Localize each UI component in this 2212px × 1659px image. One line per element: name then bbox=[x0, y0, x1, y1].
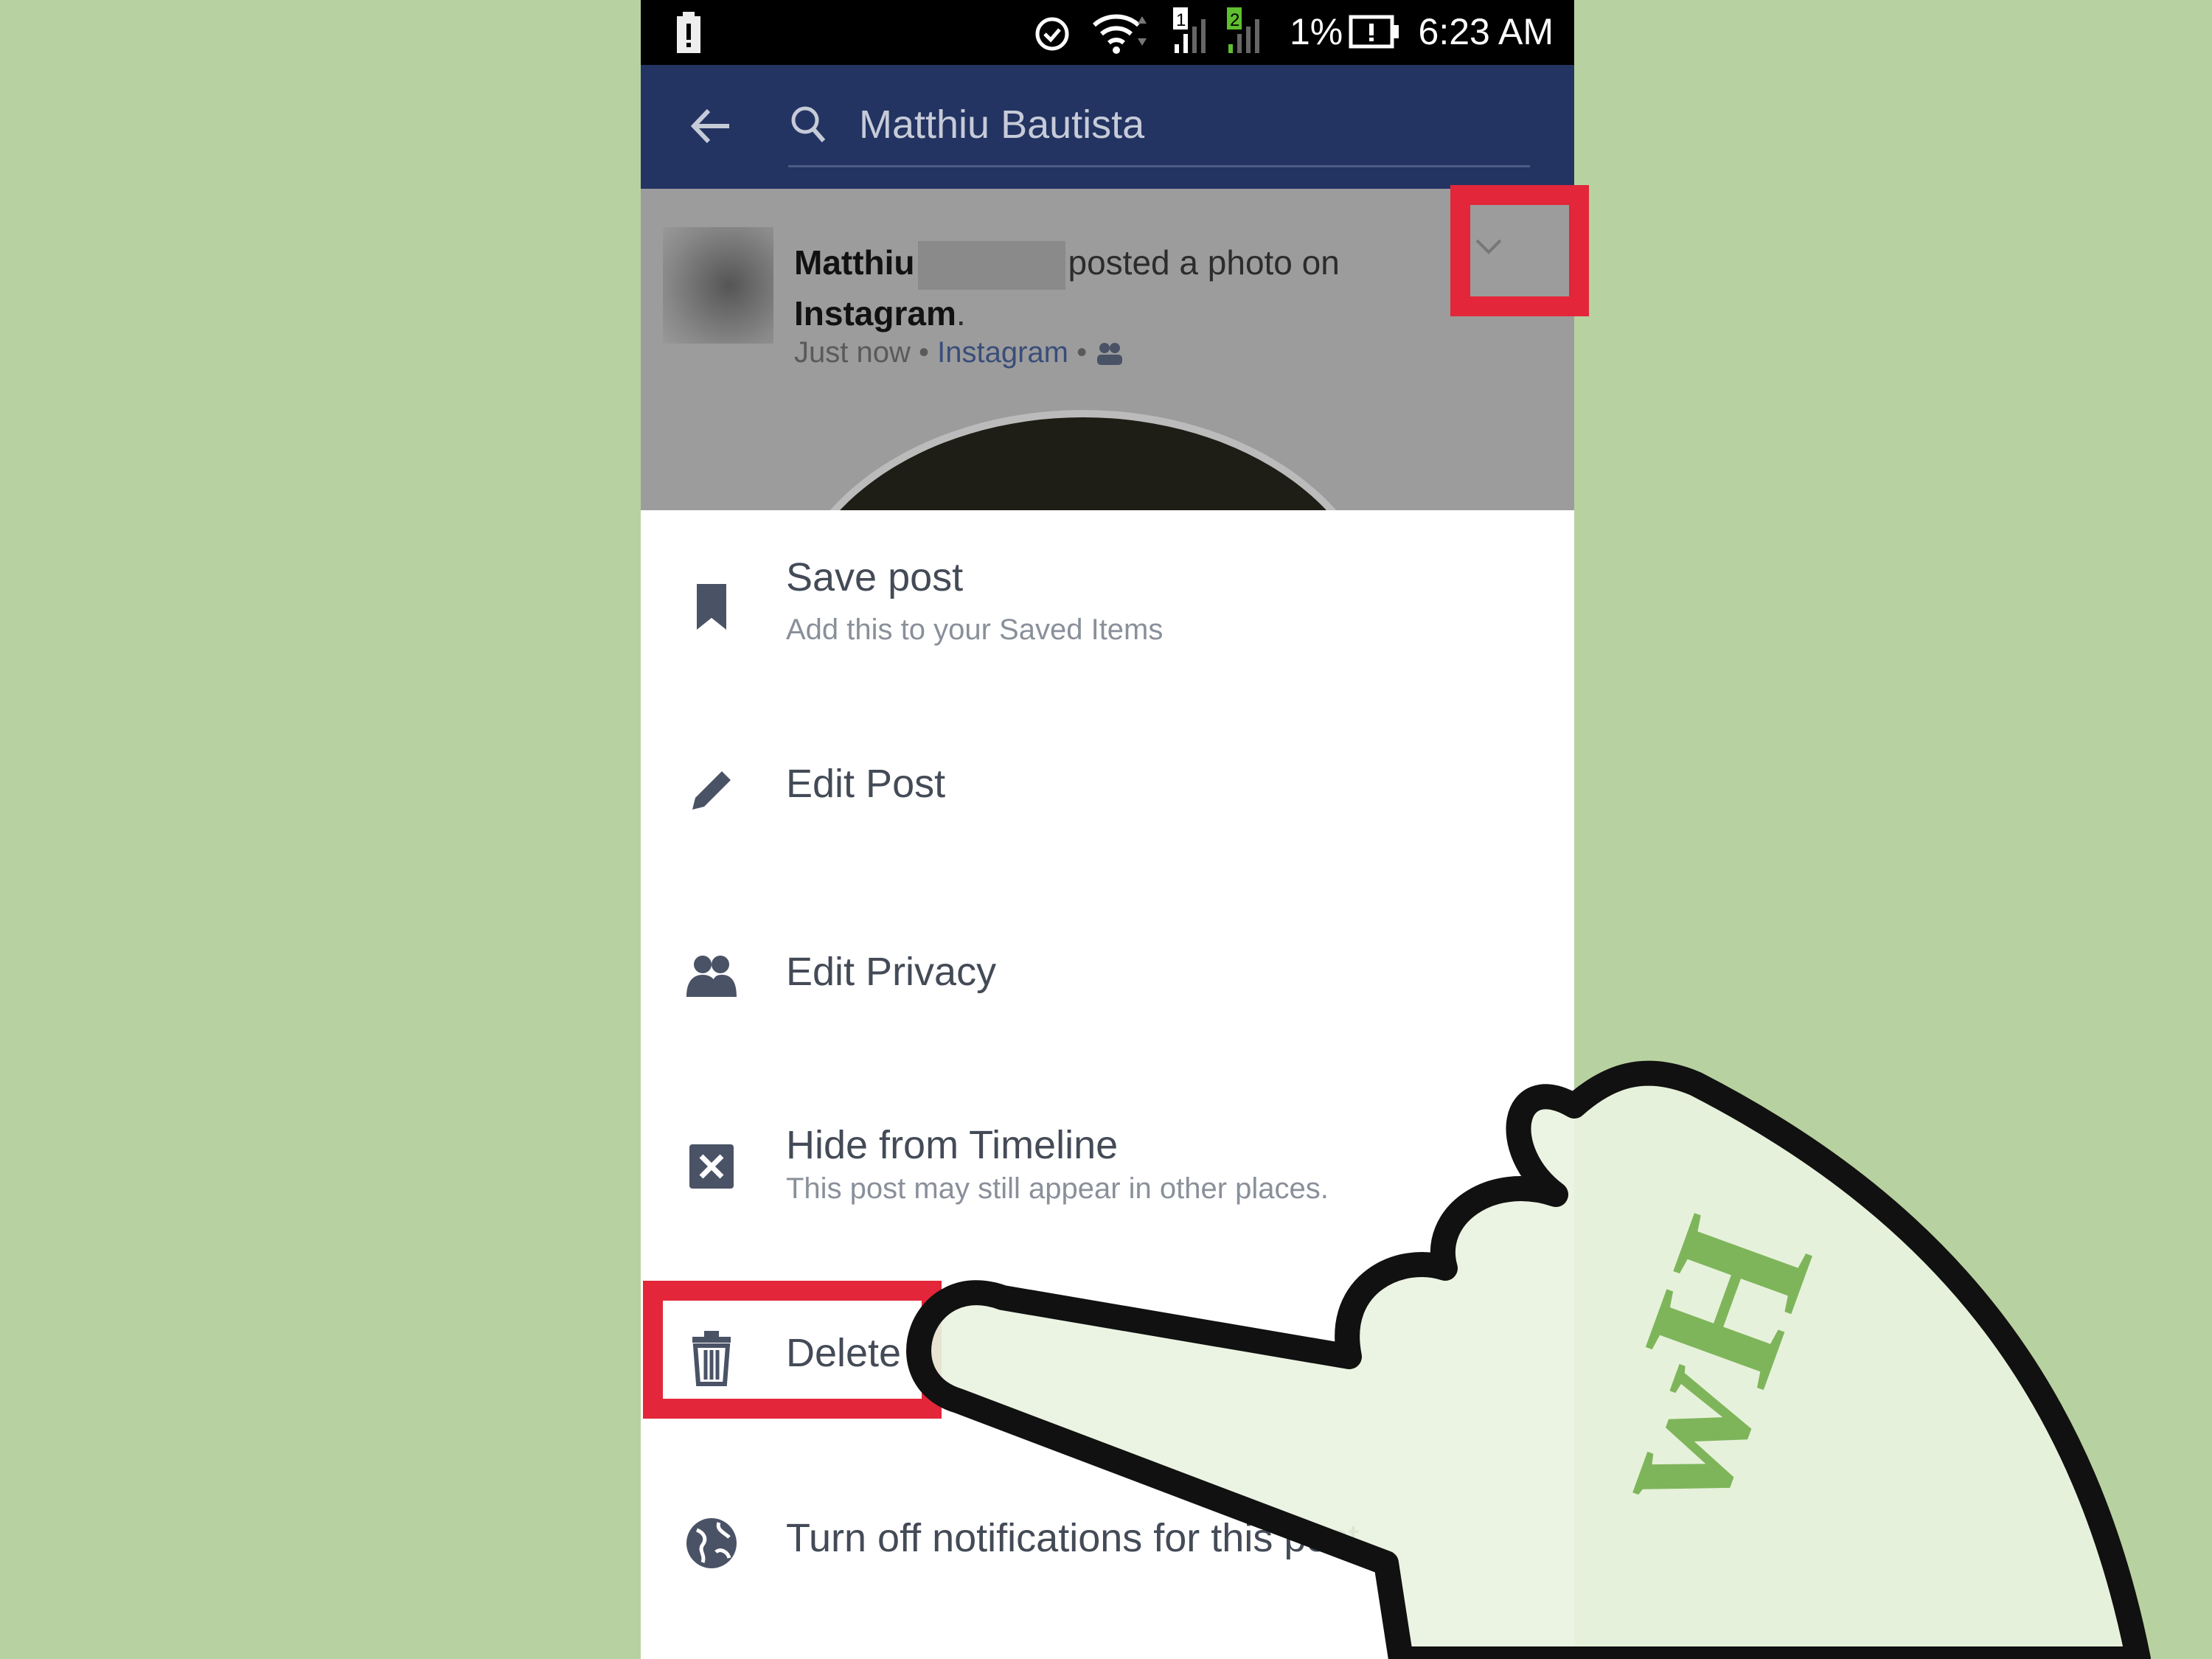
pointing-hand-illustration: wH bbox=[906, 1060, 2151, 1659]
